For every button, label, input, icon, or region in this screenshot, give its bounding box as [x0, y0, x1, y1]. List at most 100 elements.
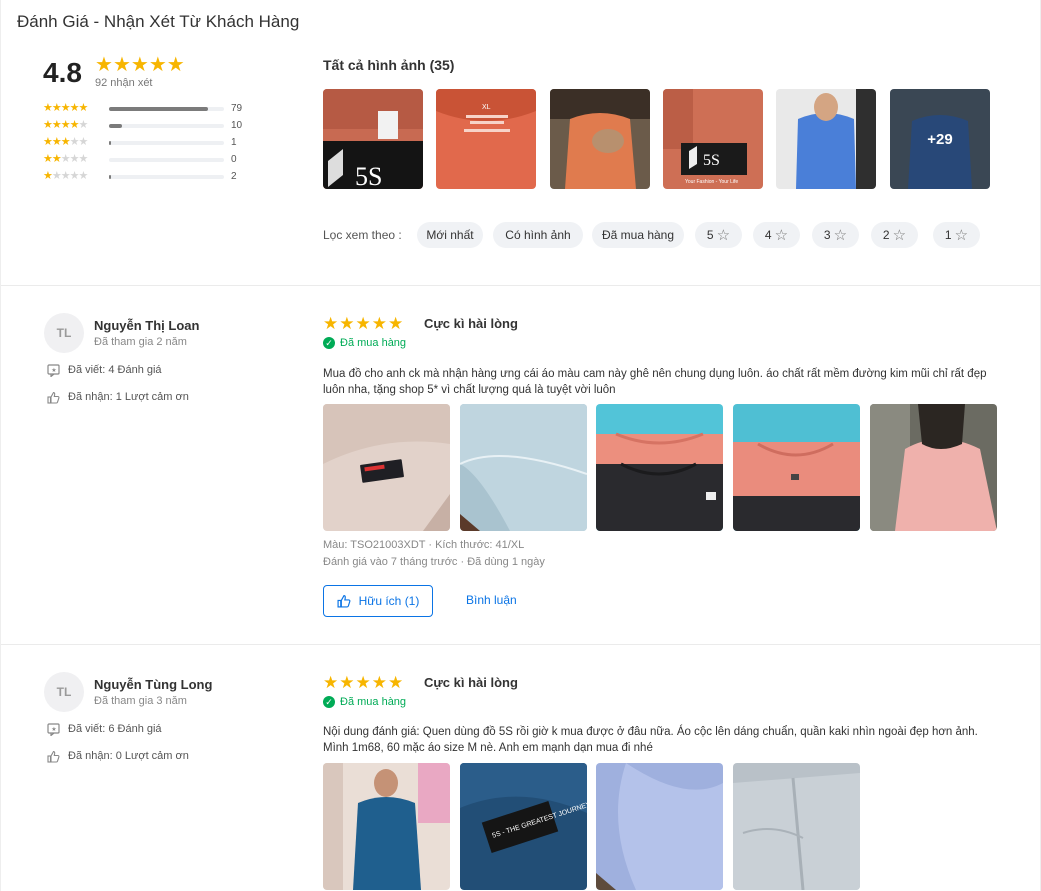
review-text: Nội dung đánh giá: Quen dùng đồ 5S rồi g…	[323, 726, 978, 754]
distribution-row-2[interactable]: ★★★★★ 0	[43, 153, 253, 170]
reviews-page: Đánh Giá - Nhận Xét Từ Khách Hàng 4.8 ★★…	[0, 0, 1041, 891]
filter-chip-newest[interactable]: Mới nhất	[417, 222, 483, 248]
received-thanks-count: Đã nhận: 1 Lượt cảm ơn	[45, 390, 189, 404]
filter-chip-4-star[interactable]: 4 ☆	[753, 222, 800, 248]
filter-chip-2-star[interactable]: 2 ☆	[871, 222, 918, 248]
distribution-count: 79	[231, 103, 243, 114]
avatar: TL	[44, 672, 84, 712]
distribution-row-3[interactable]: ★★★★★ 1	[43, 136, 253, 153]
star-outline-icon: ☆	[774, 227, 789, 244]
gallery-photo[interactable]	[550, 89, 650, 189]
review-text: Mua đồ cho anh ck mà nhận hàng ưng cái á…	[323, 368, 987, 396]
filter-chip-3-star[interactable]: 3 ☆	[812, 222, 859, 248]
review-stars: ★★★★★	[323, 673, 404, 693]
avatar: TL	[44, 313, 84, 353]
distribution-row-4[interactable]: ★★★★★ 10	[43, 119, 253, 136]
review-stars: ★★★★★	[323, 314, 404, 334]
mini-stars: ★★★★★	[43, 119, 88, 131]
filter-chip-1-star[interactable]: 1 ☆	[933, 222, 980, 248]
purchased-badge: ✓ Đã mua hàng	[323, 337, 406, 349]
distribution-bar	[109, 158, 224, 162]
average-score: 4.8	[43, 57, 82, 88]
svg-text:5S: 5S	[703, 152, 720, 169]
check-icon: ✓	[323, 696, 335, 708]
thumbs-up-icon	[45, 390, 61, 404]
review-date-info: Đánh giá vào 7 tháng trước · Đã dùng 1 n…	[323, 556, 545, 568]
check-icon: ✓	[323, 337, 335, 349]
reviews-count: 92 nhận xét	[95, 77, 153, 89]
received-thanks-count: Đã nhận: 0 Lượt cảm ơn	[45, 749, 189, 763]
review-photo[interactable]	[596, 404, 723, 531]
divider	[1, 644, 1041, 645]
gallery-photo-more[interactable]: +29	[890, 89, 990, 189]
mini-stars: ★★★★★	[43, 170, 88, 182]
svg-text:★: ★	[51, 726, 56, 733]
distribution-bar	[109, 141, 224, 145]
written-count: ★ Đã viết: 6 Đánh giá	[45, 722, 162, 736]
mini-stars: ★★★★★	[43, 102, 88, 114]
gallery-photo[interactable]	[776, 89, 876, 189]
review-title: Cực kì hài lòng	[424, 675, 518, 690]
thumbs-up-icon	[45, 749, 61, 763]
gallery-photo[interactable]: 5S	[323, 89, 423, 189]
average-stars: ★★★★★	[95, 55, 185, 76]
rating-distribution: ★★★★★ 79 ★★★★★ 10 ★★★★★ 1 ★★★★★ 0 ★★★★★	[43, 102, 253, 187]
star-outline-icon: ☆	[833, 227, 848, 244]
star-icon: ★	[323, 673, 339, 692]
distribution-row-5[interactable]: ★★★★★ 79	[43, 102, 253, 119]
star-outline-icon: ☆	[954, 227, 969, 244]
review-photo[interactable]	[460, 404, 587, 531]
star-icon: ★	[130, 54, 149, 76]
svg-text:★: ★	[51, 367, 56, 374]
distribution-count: 0	[231, 154, 237, 165]
star-icon: ★	[371, 673, 387, 692]
reviewer-name: Nguyễn Tùng Long	[94, 677, 213, 692]
star-icon: ★	[112, 54, 131, 76]
distribution-count: 1	[231, 137, 237, 148]
star-icon: ★	[355, 673, 371, 692]
filter-chip-with-photos[interactable]: Có hình ảnh	[493, 222, 583, 248]
review-photo[interactable]	[870, 404, 997, 531]
filter-chip-purchased[interactable]: Đã mua hàng	[592, 222, 684, 248]
review-photo[interactable]	[323, 404, 450, 531]
comment-link[interactable]: Bình luận	[466, 593, 517, 607]
distribution-bar	[109, 175, 224, 179]
gallery-title: Tất cả hình ảnh (35)	[323, 57, 455, 73]
star-icon: ★	[339, 314, 355, 333]
distribution-row-1[interactable]: ★★★★★ 2	[43, 170, 253, 187]
purchased-badge: ✓ Đã mua hàng	[323, 696, 406, 708]
svg-text:Your Fashion - Your Life: Your Fashion - Your Life	[685, 179, 738, 185]
page-title: Đánh Giá - Nhận Xét Từ Khách Hàng	[17, 12, 300, 31]
distribution-count: 2	[231, 171, 237, 182]
helpful-button[interactable]: Hữu ích (1)	[323, 585, 433, 617]
distribution-bar	[109, 107, 224, 111]
star-icon: ★	[355, 314, 371, 333]
star-icon: ★	[388, 673, 404, 692]
star-icon: ★	[148, 54, 167, 76]
gallery-photo[interactable]: 5S Your Fashion - Your Life	[663, 89, 763, 189]
review-photo[interactable]	[733, 763, 860, 890]
star-icon: ★	[371, 314, 387, 333]
star-icon: ★	[323, 314, 339, 333]
svg-text:XL: XL	[482, 104, 491, 111]
mini-stars: ★★★★★	[43, 153, 88, 165]
review-photo[interactable]: 5S - THE GREATEST JOURNEY	[460, 763, 587, 890]
filter-chip-5-star[interactable]: 5 ☆	[695, 222, 742, 248]
star-outline-icon: ☆	[892, 227, 907, 244]
svg-text:5S: 5S	[355, 162, 382, 189]
reviewer-name: Nguyễn Thị Loan	[94, 318, 200, 333]
mini-stars: ★★★★★	[43, 136, 88, 148]
gallery-photo[interactable]: XL	[436, 89, 536, 189]
distribution-count: 10	[231, 120, 243, 131]
review-photo[interactable]	[596, 763, 723, 890]
variant-info: Màu: TSO21003XDT · Kích thước: 41/XL	[323, 539, 525, 551]
distribution-bar	[109, 124, 224, 128]
review-photo[interactable]	[323, 763, 450, 890]
star-outline-icon: ☆	[716, 227, 731, 244]
review-title: Cực kì hài lòng	[424, 316, 518, 331]
review-written-icon: ★	[45, 722, 61, 736]
star-icon: ★	[388, 314, 404, 333]
more-photos-count: +29	[890, 89, 990, 189]
written-count: ★ Đã viết: 4 Đánh giá	[45, 363, 162, 377]
review-photo[interactable]	[733, 404, 860, 531]
